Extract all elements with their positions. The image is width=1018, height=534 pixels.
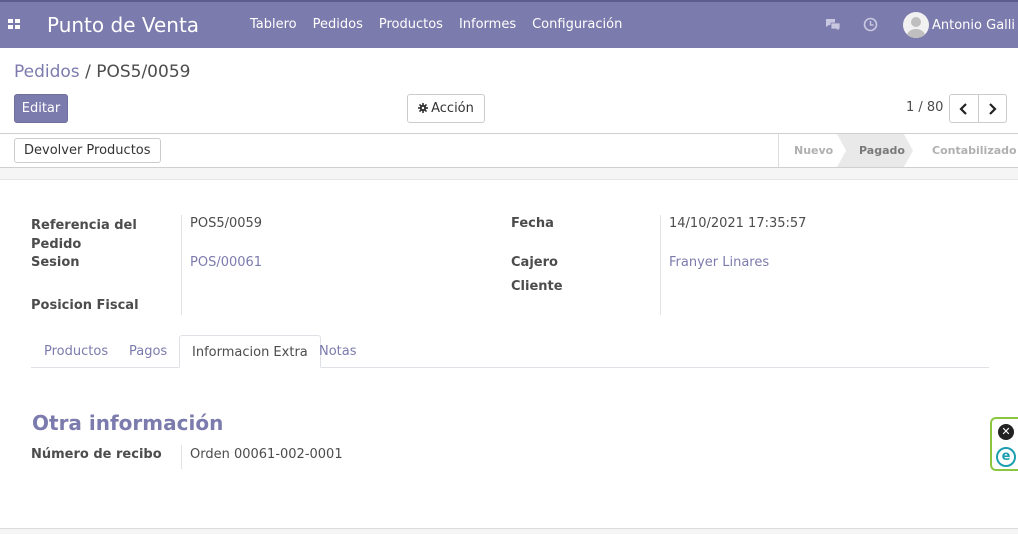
floating-widget: ✕ e [990,417,1018,471]
breadcrumb: Pedidos / POS5/0059 [14,62,190,82]
menu-item-tablero[interactable]: Tablero [242,17,305,32]
date-label: Fecha [511,216,554,231]
e-logo-icon[interactable]: e [996,447,1016,467]
cashier-label: Cajero [511,255,558,270]
tab-informacion-extra[interactable]: Informacion Extra [179,335,321,368]
action-label: Acción [431,101,474,116]
stage-new[interactable]: Nuevo [794,134,833,167]
pager-buttons [949,94,1007,123]
control-panel: Pedidos / POS5/0059 Editar Acción 1 / 80 [0,48,1018,134]
main-menu: Tablero Pedidos Productos Informes Confi… [242,17,630,32]
stage-paid[interactable]: Pagado [837,134,913,167]
stage-pipeline: Nuevo Pagado Contabilizado [778,134,1018,167]
section-title: Otra información [32,411,224,435]
chevron-right-icon [988,102,997,115]
field-divider-right [660,215,661,315]
stage-posted[interactable]: Contabilizado [932,134,1017,167]
pager-previous-button[interactable] [950,95,978,122]
pager-value[interactable]: 1 / 80 [906,100,943,115]
date-value: 14/10/2021 17:35:57 [669,216,807,231]
session-link[interactable]: POS/00061 [190,255,262,270]
breadcrumb-current: POS5/0059 [96,62,191,82]
top-navbar: Punto de Venta Tablero Pedidos Productos… [0,0,1018,48]
cashier-link[interactable]: Franyer Linares [669,255,769,270]
breadcrumb-pedidos[interactable]: Pedidos [14,62,80,82]
user-avatar[interactable] [903,12,929,38]
return-products-button[interactable]: Devolver Productos [14,138,161,163]
notebook-tabs: Productos Pagos Informacion Extra Notas [31,335,989,368]
close-icon[interactable]: ✕ [998,424,1014,440]
breadcrumb-separator: / [85,62,91,82]
fiscal-position-label: Posicion Fiscal [31,298,139,313]
tab-pagos[interactable]: Pagos [129,335,167,368]
menu-item-pedidos[interactable]: Pedidos [305,17,371,32]
status-header: Devolver Productos Nuevo Pagado Contabil… [0,134,1018,168]
field-divider-left [181,215,182,315]
sheet-bottom-border [0,528,1018,534]
receipt-number-value: Orden 00061-002-0001 [190,447,343,462]
edit-button[interactable]: Editar [14,94,68,123]
action-dropdown-button[interactable]: Acción [407,94,485,123]
receipt-divider [181,445,182,469]
gear-icon [418,103,429,113]
activity-clock-icon[interactable] [863,17,878,32]
customer-label: Cliente [511,279,563,294]
receipt-number-label: Número de recibo [31,447,162,462]
session-label: Sesion [31,255,80,270]
sheet-top-border [0,168,1018,180]
menu-item-informes[interactable]: Informes [451,17,524,32]
apps-menu-icon[interactable] [8,19,21,30]
menu-item-configuracion[interactable]: Configuración [524,17,630,32]
order-ref-label: Referencia del Pedido [31,218,137,252]
tab-notas[interactable]: Notas [319,335,357,368]
menu-item-productos[interactable]: Productos [371,17,451,32]
app-title[interactable]: Punto de Venta [47,13,199,37]
tab-productos[interactable]: Productos [44,335,108,368]
order-ref-value: POS5/0059 [190,216,263,231]
chevron-left-icon [959,102,968,115]
pager-next-button[interactable] [977,95,1007,122]
user-name[interactable]: Antonio Galli [932,18,1018,33]
chat-icon[interactable] [825,18,841,32]
